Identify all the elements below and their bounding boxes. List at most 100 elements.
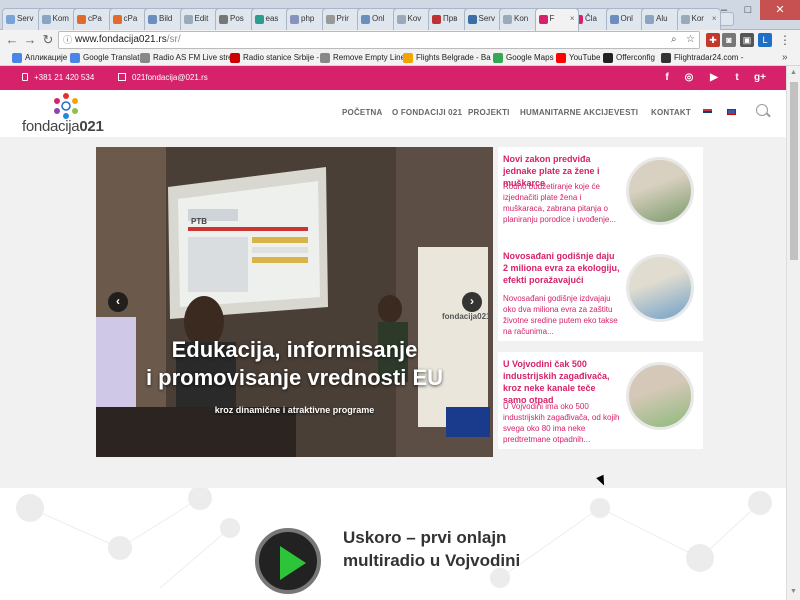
logo-word: fondacija [22, 118, 80, 135]
nav-home[interactable]: POČETNA [342, 108, 383, 117]
bookmark-item[interactable]: Radio stanice Srbije - [230, 52, 319, 64]
slider-prev-icon[interactable]: ‹ [108, 292, 128, 312]
phone-info: +381 21 420 534 [22, 73, 94, 83]
nav-news[interactable]: VESTI [614, 108, 638, 117]
radio-play-button[interactable] [255, 528, 321, 594]
news-card[interactable]: Novi zakon predviđa jednake plate za žen… [498, 147, 703, 244]
tab-label: Prir [336, 14, 349, 23]
bookmark-label: Flights Belgrade - Ba [416, 53, 491, 62]
tab-favicon-icon [112, 15, 122, 24]
tab-close-icon[interactable]: × [712, 14, 717, 23]
logo-number: 021 [79, 118, 104, 135]
bookmark-item[interactable]: Google Maps [493, 52, 554, 64]
tab-favicon-icon [325, 15, 335, 24]
logo-icon[interactable] [53, 93, 79, 119]
page-scrollbar[interactable]: ▲ ▼ [786, 66, 800, 600]
bookmark-star-icon[interactable]: ☆ [686, 32, 695, 48]
email-info[interactable]: 021fondacija@021.rs [118, 73, 208, 83]
bookmark-label: Radio AS FM Live stre [153, 53, 233, 62]
tab-label: Bild [159, 14, 173, 23]
browser-tab[interactable]: F × [534, 8, 579, 31]
bookmark-item[interactable]: Google Translate [70, 52, 144, 64]
radio-section: Uskoro – prvi onlajn multiradio u Vojvod… [0, 488, 786, 600]
nav-about[interactable]: O FONDACIJI 021 [392, 108, 462, 117]
tab-favicon-icon [680, 15, 690, 24]
scrollbar-thumb[interactable] [790, 82, 798, 260]
nav-humanitarian[interactable]: HUMANITARNE AKCIJE [520, 108, 614, 117]
tab-favicon-icon [148, 15, 157, 24]
bookmark-item[interactable]: Radio AS FM Live stre [140, 52, 233, 64]
bookmark-favicon-icon [140, 53, 150, 63]
email-address: 021fondacija@021.rs [132, 73, 208, 82]
news-card[interactable]: U Vojvodini čak 500 industrijskih zagađi… [498, 352, 703, 449]
bookmark-favicon-icon [556, 53, 566, 63]
scroll-down-icon[interactable]: ▼ [790, 588, 797, 595]
bookmark-favicon-icon [230, 53, 240, 63]
news-thumbnail[interactable] [626, 157, 694, 225]
news-title[interactable]: U Vojvodini čak 500 industrijskih zagađi… [503, 358, 621, 406]
bookmark-label: Google Maps [506, 53, 554, 62]
bookmark-item[interactable]: YouTube [556, 52, 600, 64]
nav-contact[interactable]: KONTAKT [651, 108, 691, 117]
mail-icon [118, 73, 126, 81]
bookmarks-bar: » Апликације Google Translate Radio AS FM … [0, 50, 800, 66]
bookmarks-overflow-icon[interactable]: » [782, 52, 788, 63]
tab-label: Onl [372, 14, 385, 23]
forward-icon[interactable]: → [22, 32, 38, 48]
news-card[interactable]: Novosađani godišnje daju 2 miliona evra … [498, 244, 703, 341]
menu-icon[interactable]: ⋮ [778, 33, 792, 47]
news-thumbnail[interactable] [626, 362, 694, 430]
bookmark-item[interactable]: Remove Empty Lines [320, 52, 409, 64]
zoom-icon[interactable]: ⌕ [671, 32, 677, 48]
twitter-icon[interactable]: t [731, 72, 743, 83]
tab-favicon-icon [6, 15, 15, 24]
bookmark-favicon-icon [70, 53, 80, 63]
instagram-icon[interactable]: ◎ [683, 72, 695, 83]
google-plus-icon[interactable]: g+ [754, 72, 766, 83]
hero-slider[interactable]: fondacija021 PTB Edukacija, informisanje… [96, 147, 493, 457]
bookmark-item[interactable]: Flights Belgrade - Ba [403, 52, 491, 64]
reload-icon[interactable]: ↻ [40, 32, 56, 48]
tab-label: Kor [691, 14, 704, 23]
logo-wordmark[interactable]: fondacija021 [22, 118, 104, 135]
close-window-button[interactable]: ✕ [760, 0, 800, 20]
tab-close-icon[interactable]: × [570, 14, 575, 23]
slider-next-icon[interactable]: › [462, 292, 482, 312]
tab-favicon-icon [467, 15, 477, 24]
news-title[interactable]: Novosađani godišnje daju 2 miliona evra … [503, 250, 621, 286]
page-info-icon[interactable]: ⓘ [63, 32, 72, 48]
maximize-button[interactable]: □ [736, 0, 760, 20]
bookmark-item[interactable]: Апликације [12, 52, 67, 64]
phone-icon [22, 73, 28, 81]
camera-extension-icon[interactable]: ◙ [722, 33, 736, 47]
extension-icon[interactable]: L [758, 33, 772, 47]
tab-label: Alu [656, 14, 668, 23]
scroll-up-icon[interactable]: ▲ [790, 69, 797, 76]
nav-projects[interactable]: PROJEKTI [468, 108, 510, 117]
bookmark-label: Remove Empty Lines [333, 53, 410, 62]
tab-label: Serv [478, 14, 495, 23]
english-flag-icon[interactable] [727, 109, 736, 115]
slide-subtitle: kroz dinamične i atraktivne programe [214, 405, 375, 415]
bookmark-label: Radio stanice Srbije - [243, 53, 320, 62]
news-excerpt: U Vojvodini ima oko 500 industrijskih za… [503, 402, 620, 444]
tab-favicon-icon [432, 15, 441, 24]
bookmark-item[interactable]: Flightradar24.com - [661, 52, 743, 64]
facebook-icon[interactable]: f [661, 72, 673, 83]
youtube-icon[interactable]: ▶ [708, 72, 720, 83]
back-icon[interactable]: ← [4, 32, 20, 48]
bookmark-favicon-icon [403, 53, 413, 63]
browser-tab[interactable]: Kor × [676, 8, 721, 30]
news-thumbnail[interactable] [626, 254, 694, 322]
bookmark-label: Google Translate [83, 53, 144, 62]
radio-heading: Uskoro – prvi onlajn multiradio u Vojvod… [343, 526, 520, 572]
browser-tab-strip: – □ ✕ Serv×Kom×cPa×cPa×Bild×Edit×Pos×eas… [0, 0, 800, 31]
search-icon[interactable] [756, 104, 768, 116]
tab-favicon-icon [77, 15, 86, 24]
serbian-cyrillic-flag-icon[interactable] [703, 109, 712, 115]
tab-favicon-icon [219, 15, 228, 24]
address-bar[interactable]: ⓘ www.fondacija021.rs/sr/ ⌕ ☆ [58, 31, 700, 49]
extension-icon[interactable]: ✚ [706, 33, 720, 47]
bookmark-item[interactable]: Offerconfig [603, 52, 655, 64]
extension-icon[interactable]: ▣ [740, 33, 754, 47]
